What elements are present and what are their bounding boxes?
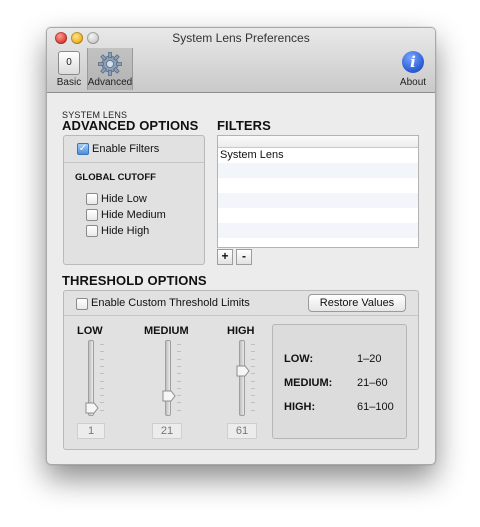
window-title: System Lens Preferences bbox=[172, 31, 310, 45]
slider-tick bbox=[100, 351, 104, 353]
toolbar-basic-tab[interactable]: 0 Basic bbox=[51, 48, 87, 90]
enable-custom-threshold-label: Enable Custom Threshold Limits bbox=[91, 297, 250, 309]
slider-tick bbox=[100, 344, 104, 345]
list-row-empty bbox=[218, 178, 418, 193]
slider-tick bbox=[177, 402, 181, 404]
hide-medium-checkbox[interactable] bbox=[86, 209, 98, 221]
range-low-value: 1–20 bbox=[357, 353, 382, 365]
medium-threshold-slider[interactable] bbox=[162, 340, 192, 420]
list-item[interactable]: System Lens bbox=[218, 148, 418, 163]
toolbar-advanced-tab[interactable]: Advanced bbox=[87, 48, 133, 90]
list-row-empty bbox=[218, 223, 418, 238]
toolbar-about-label: About bbox=[399, 77, 427, 88]
hide-high-label: Hide High bbox=[101, 225, 150, 237]
gear-icon bbox=[98, 52, 122, 76]
slider-tick bbox=[251, 373, 255, 375]
enable-custom-threshold-checkbox[interactable] bbox=[76, 298, 88, 310]
preferences-window: System Lens Preferences 0 Basic Advanced… bbox=[46, 27, 436, 465]
slider-tick bbox=[251, 365, 255, 367]
slider-thumb[interactable] bbox=[85, 402, 99, 414]
hide-low-checkbox[interactable] bbox=[86, 193, 98, 205]
slider-tick bbox=[100, 373, 104, 375]
slider-tick bbox=[251, 395, 255, 397]
slider-tick bbox=[177, 387, 181, 389]
slider-tick bbox=[100, 409, 104, 411]
high-threshold-slider[interactable] bbox=[236, 340, 266, 420]
slider-tick bbox=[100, 387, 104, 389]
filters-list[interactable]: System Lens bbox=[217, 135, 419, 248]
slider-tick bbox=[251, 402, 255, 404]
advanced-options-heading: ADVANCED OPTIONS bbox=[62, 118, 199, 133]
toolbar-advanced-label: Advanced bbox=[87, 77, 133, 88]
info-icon: i bbox=[402, 51, 424, 73]
slider-tick bbox=[177, 380, 181, 382]
high-value-field[interactable]: 61 bbox=[227, 423, 257, 439]
slider-tick bbox=[251, 344, 255, 345]
range-low-label: LOW: bbox=[284, 353, 314, 365]
hide-medium-label: Hide Medium bbox=[101, 209, 166, 221]
range-high-label: HIGH: bbox=[284, 401, 316, 413]
threshold-range-summary: LOW: 1–20 MEDIUM: 21–60 HIGH: 61–100 bbox=[272, 324, 407, 439]
slider-tick bbox=[177, 373, 181, 375]
slider-tick bbox=[177, 358, 181, 360]
slider-thumb[interactable] bbox=[162, 390, 176, 402]
filters-heading: FILTERS bbox=[217, 118, 271, 133]
slider-track bbox=[165, 340, 171, 416]
slider-tick bbox=[100, 380, 104, 382]
filter-name: System Lens bbox=[220, 149, 284, 161]
slider-tick bbox=[177, 409, 181, 411]
divider bbox=[64, 315, 418, 316]
slider-tick bbox=[100, 395, 104, 397]
range-high-value: 61–100 bbox=[357, 401, 394, 413]
slider-tick bbox=[251, 380, 255, 382]
remove-filter-button[interactable]: - bbox=[236, 249, 252, 265]
threshold-options-heading: THRESHOLD OPTIONS bbox=[62, 273, 207, 288]
slider-tick bbox=[100, 365, 104, 367]
toolbar-basic-label: Basic bbox=[56, 77, 82, 88]
switch-icon: 0 bbox=[58, 51, 80, 75]
slider-tick bbox=[100, 358, 104, 360]
high-slider-heading: HIGH bbox=[227, 325, 255, 337]
list-row-empty bbox=[218, 163, 418, 178]
slider-tick bbox=[251, 351, 255, 353]
slider-tick bbox=[177, 365, 181, 367]
range-medium-label: MEDIUM: bbox=[284, 377, 333, 389]
slider-track bbox=[239, 340, 245, 416]
titlebar: System Lens Preferences 0 Basic Advanced… bbox=[47, 28, 435, 93]
hide-high-checkbox[interactable] bbox=[86, 225, 98, 237]
low-slider-heading: LOW bbox=[77, 325, 103, 337]
list-row-empty bbox=[218, 208, 418, 223]
enable-filters-checkbox[interactable]: ✓ bbox=[77, 143, 89, 155]
restore-values-button[interactable]: Restore Values bbox=[308, 294, 406, 312]
list-row-empty bbox=[218, 193, 418, 208]
advanced-options-group: ✓ Enable Filters GLOBAL CUTOFF Hide Low … bbox=[63, 135, 205, 265]
divider bbox=[64, 162, 204, 163]
medium-value-field[interactable]: 21 bbox=[152, 423, 182, 439]
range-medium-value: 21–60 bbox=[357, 377, 388, 389]
slider-tick bbox=[177, 344, 181, 345]
slider-tick bbox=[100, 402, 104, 404]
low-threshold-slider[interactable] bbox=[85, 340, 115, 420]
global-cutoff-heading: GLOBAL CUTOFF bbox=[75, 172, 156, 183]
slider-tick bbox=[251, 409, 255, 411]
slider-tick bbox=[251, 358, 255, 360]
hide-low-label: Hide Low bbox=[101, 193, 147, 205]
slider-tick bbox=[251, 387, 255, 389]
add-filter-button[interactable]: + bbox=[217, 249, 233, 265]
slider-tick bbox=[177, 395, 181, 397]
enable-filters-label: Enable Filters bbox=[92, 143, 160, 155]
filters-list-header bbox=[218, 136, 418, 148]
slider-tick bbox=[177, 351, 181, 353]
toolbar-about-tab[interactable]: i About bbox=[393, 48, 433, 90]
medium-slider-heading: MEDIUM bbox=[144, 325, 189, 337]
low-value-field[interactable]: 1 bbox=[77, 423, 105, 439]
slider-thumb[interactable] bbox=[236, 365, 250, 377]
